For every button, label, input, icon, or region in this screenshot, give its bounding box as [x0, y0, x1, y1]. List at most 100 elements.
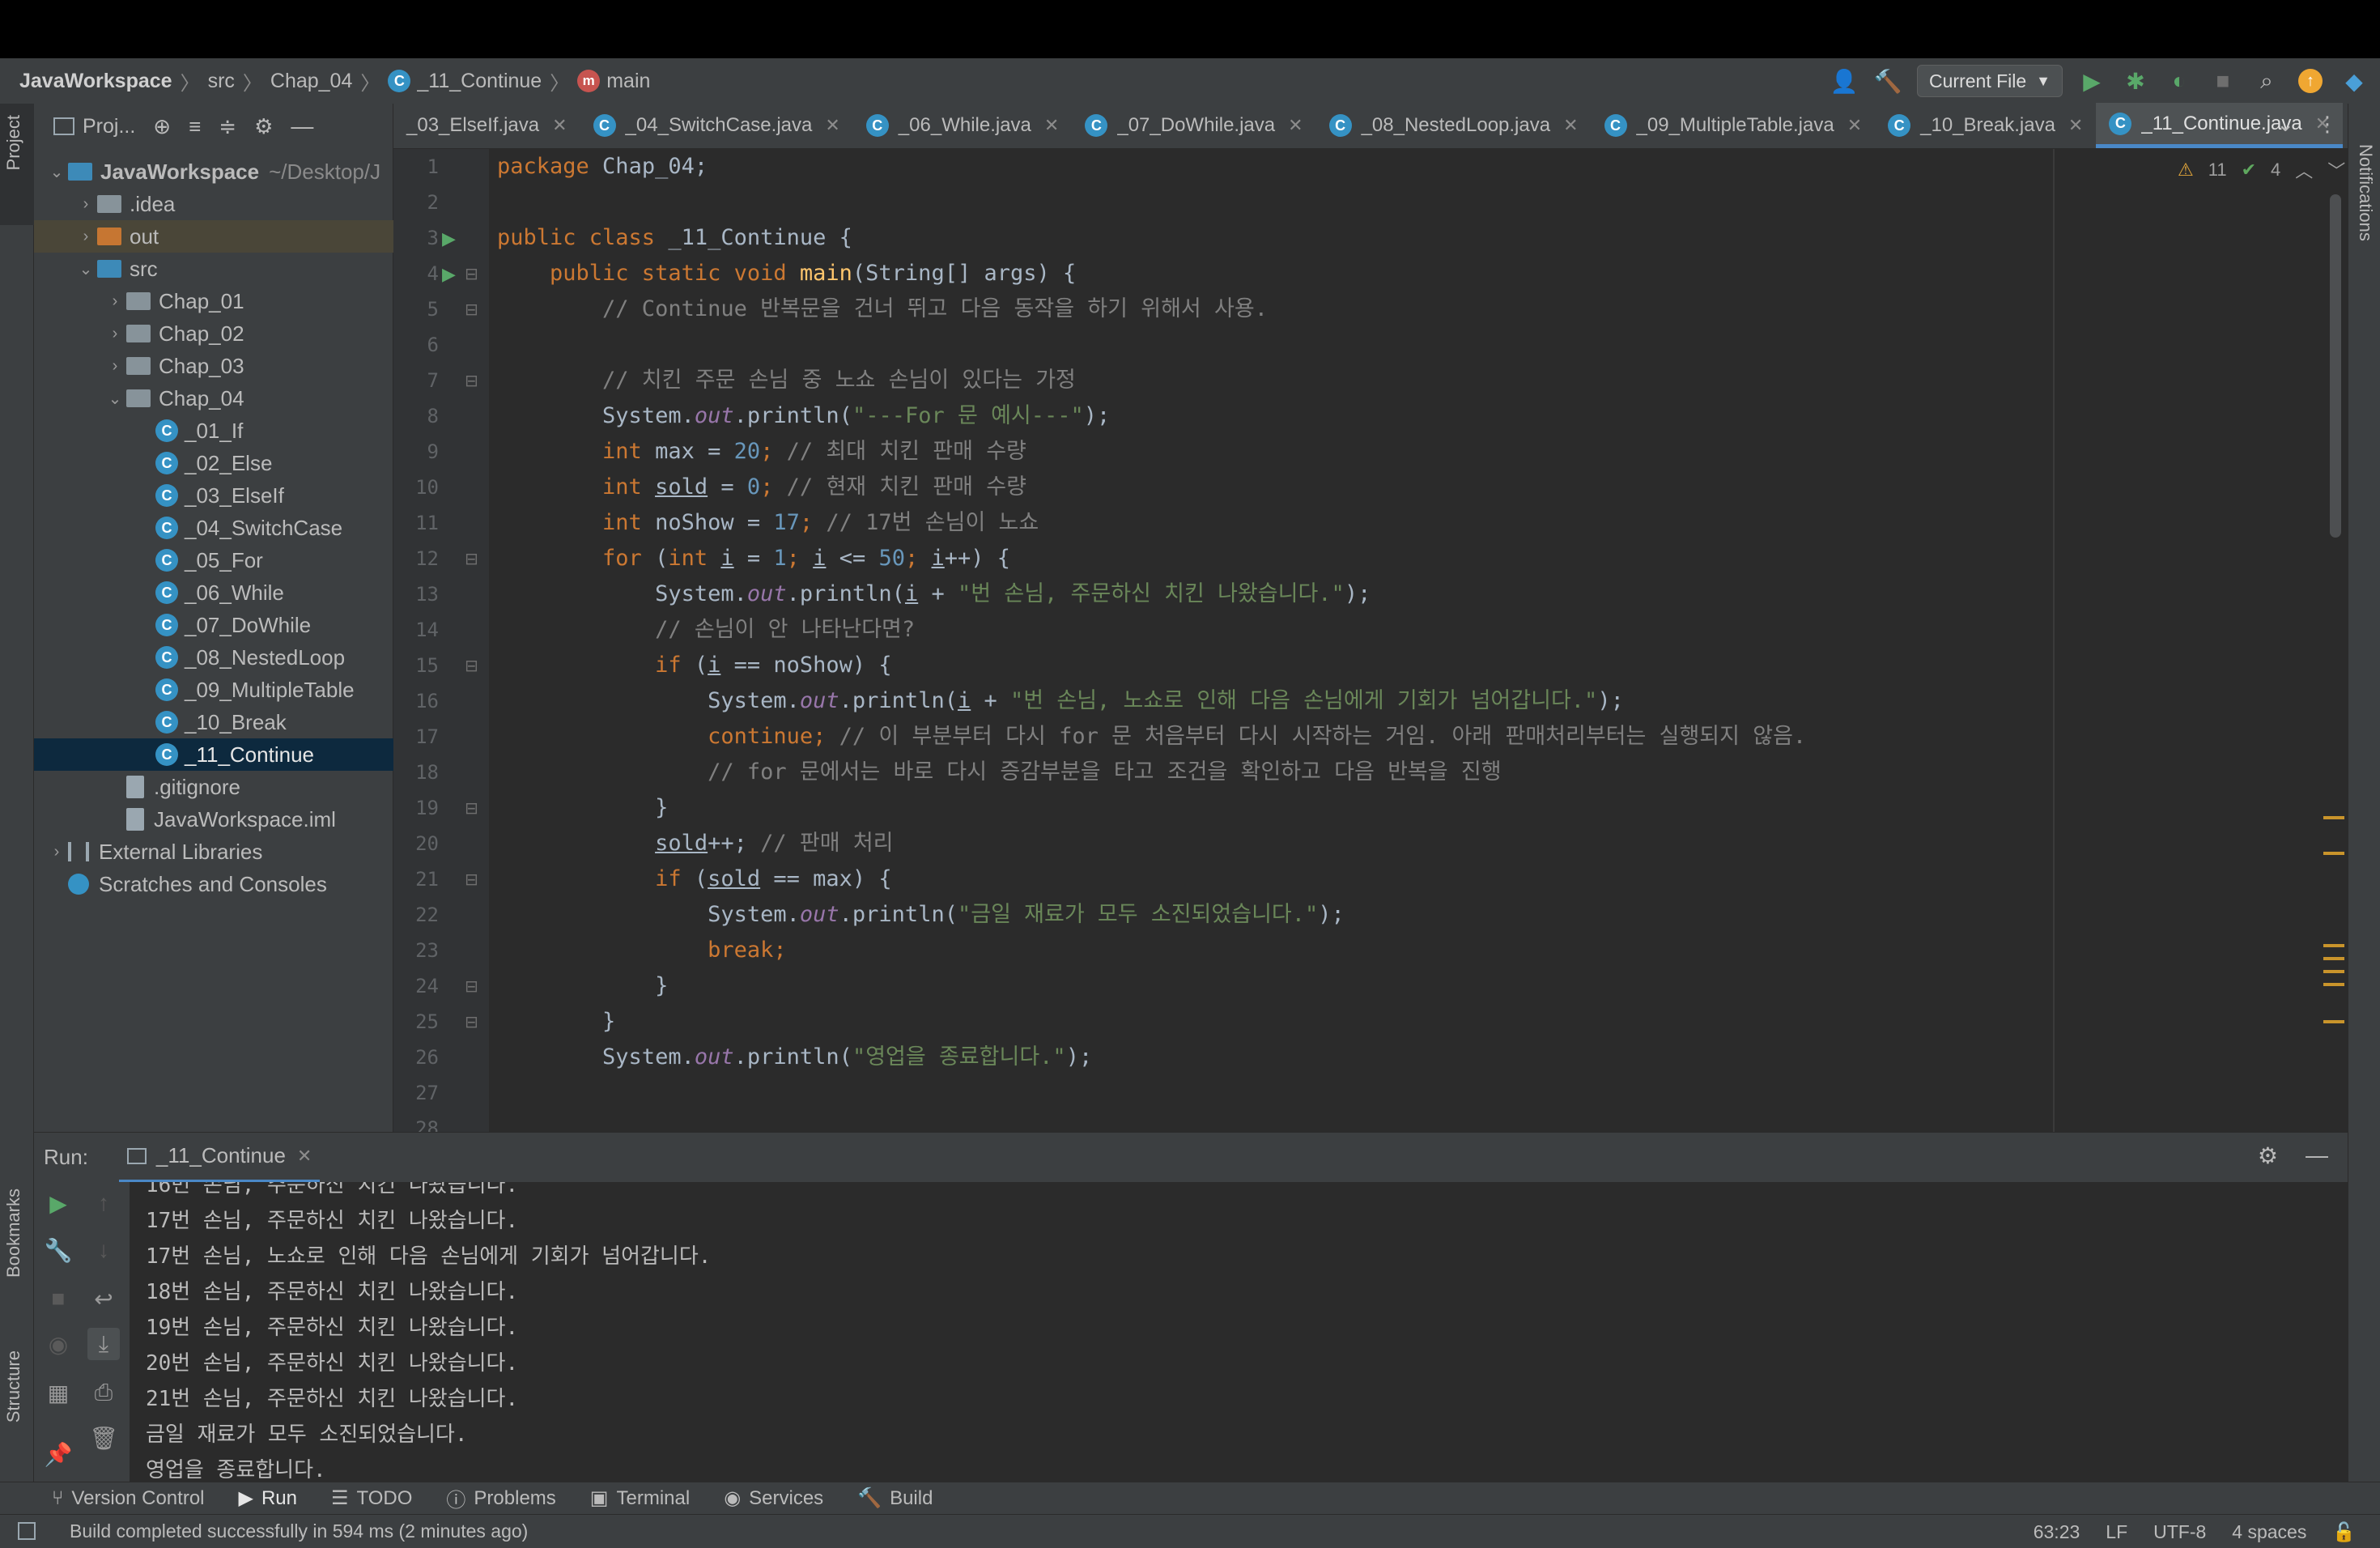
expand-all-icon[interactable]: ≡ — [189, 114, 201, 139]
run-console-output[interactable]: 16번 손님, 주문하신 치킨 나왔습니다. 17번 손님, 주문하신 치킨 나왔… — [130, 1182, 2348, 1482]
tree-item-chap-04[interactable]: ⌄ Chap_04 — [34, 382, 393, 415]
tree-item-out[interactable]: › out — [34, 220, 393, 253]
chevron-down-icon[interactable]: ⌄ — [104, 389, 126, 409]
tree-item-08-nestedloop[interactable]: C _08_NestedLoop — [34, 641, 393, 674]
editor-tab-08-nestedloop[interactable]: C _08_NestedLoop.java ✕ — [1316, 103, 1592, 148]
tree-item-05-for[interactable]: C _05_For — [34, 544, 393, 576]
hide-panel-icon[interactable]: — — [291, 113, 313, 139]
jetbrains-logo-icon[interactable]: ◆ — [2340, 66, 2369, 96]
tree-item-09-multipletable[interactable]: C _09_MultipleTable — [34, 674, 393, 706]
version-control-tab[interactable]: ⑂ Version Control — [52, 1487, 205, 1510]
line-separator[interactable]: LF — [2106, 1521, 2127, 1543]
run-gutter-icon[interactable]: ▶ — [442, 228, 456, 249]
stop-icon[interactable]: ■ — [42, 1282, 74, 1315]
close-icon[interactable]: ✕ — [2068, 115, 2083, 136]
scroll-to-end-icon[interactable]: ⤓ — [87, 1328, 120, 1360]
previous-highlight-icon[interactable]: ︿ — [2295, 157, 2313, 183]
close-icon[interactable]: ✕ — [1563, 115, 1578, 136]
tree-item-scratches-and-consoles[interactable]: Scratches and Consoles — [34, 868, 393, 900]
hide-panel-icon[interactable]: — — [2306, 1142, 2328, 1169]
fold-icon[interactable]: ⊟ — [465, 549, 478, 569]
next-highlight-icon[interactable]: ﹀ — [2327, 157, 2345, 183]
debug-icon[interactable]: ✱ — [2121, 66, 2150, 96]
run-tool-tab[interactable]: ▶ Run — [239, 1486, 298, 1510]
editor-scrollbar-thumb[interactable] — [2330, 194, 2341, 538]
bookmarks-stripe-button[interactable]: Bookmarks — [3, 1189, 24, 1278]
rerun-icon[interactable]: ▶ — [42, 1187, 74, 1219]
warning-marker[interactable] — [2323, 970, 2344, 973]
warning-marker[interactable] — [2323, 1020, 2344, 1023]
tree-item-06-while[interactable]: C _06_While — [34, 576, 393, 609]
print-icon[interactable]: ⎙ — [87, 1376, 120, 1409]
structure-stripe-button[interactable]: Structure — [3, 1350, 24, 1423]
warning-marker[interactable] — [2323, 983, 2344, 986]
search-icon[interactable]: ⌕ — [2252, 66, 2281, 96]
warning-marker[interactable] — [2323, 852, 2344, 855]
collapse-all-icon[interactable]: ≑ — [219, 114, 236, 139]
editor-tab-10-break[interactable]: C _10_Break.java ✕ — [1875, 103, 2096, 148]
breadcrumb-project[interactable]: JavaWorkspace — [19, 70, 172, 93]
fold-icon[interactable]: ⊟ — [465, 300, 478, 320]
editor-tab-04-switchcase[interactable]: C _04_SwitchCase.java ✕ — [580, 103, 853, 148]
soft-wrap-icon[interactable]: ↩ — [87, 1282, 120, 1315]
lock-icon[interactable]: 🔓 — [2332, 1521, 2356, 1543]
fold-icon[interactable]: ⊟ — [465, 264, 478, 284]
tree-item-javaworkspace-iml[interactable]: JavaWorkspace.iml — [34, 803, 393, 836]
close-icon[interactable]: ✕ — [297, 1146, 312, 1167]
breadcrumb-src[interactable]: src — [208, 70, 235, 93]
tree-item-javaworkspace[interactable]: ⌄ JavaWorkspace ~/Desktop/J — [34, 155, 393, 188]
breadcrumb-method[interactable]: m main — [577, 70, 650, 93]
chevron-down-icon[interactable]: ⌄ — [74, 259, 97, 279]
build-hammer-icon[interactable]: 🔨 — [1873, 66, 1902, 96]
warning-marker[interactable] — [2323, 944, 2344, 947]
editor-tab-03-elseif[interactable]: _03_ElseIf.java ✕ — [393, 103, 580, 148]
chevron-right-icon[interactable]: › — [74, 228, 97, 246]
close-icon[interactable]: ✕ — [825, 115, 839, 136]
run-icon[interactable]: ▶ — [2077, 66, 2106, 96]
status-message[interactable]: Build completed successfully in 594 ms (… — [70, 1520, 528, 1542]
close-icon[interactable]: ✕ — [1288, 115, 1303, 136]
tree-item-03-elseif[interactable]: C _03_ElseIf — [34, 479, 393, 512]
pin-icon[interactable]: 📌 — [42, 1438, 74, 1470]
terminal-tab[interactable]: ▣ Terminal — [590, 1486, 690, 1510]
chevron-down-icon[interactable]: ⌄ — [45, 162, 68, 182]
gear-icon[interactable]: ⚙ — [254, 114, 273, 139]
inspection-widget[interactable]: ⚠ 11 ✔ 4 ︿ ﹀ — [2178, 157, 2345, 183]
editor-tab-06-while[interactable]: C _06_While.java ✕ — [853, 103, 1073, 148]
file-encoding[interactable]: UTF-8 — [2153, 1521, 2206, 1543]
indent-setting[interactable]: 4 spaces — [2232, 1521, 2306, 1543]
more-icon[interactable]: ⋮ — [2317, 112, 2338, 137]
project-view-selector[interactable]: Proj... — [53, 115, 135, 138]
fold-icon[interactable]: ⊟ — [465, 656, 478, 676]
wrench-icon[interactable]: 🔧 — [42, 1234, 74, 1266]
tree-item-10-break[interactable]: C _10_Break — [34, 706, 393, 738]
tree-item-chap-03[interactable]: › Chap_03 — [34, 350, 393, 382]
notifications-stripe-button[interactable]: Notifications — [2355, 144, 2376, 241]
layout-icon[interactable]: ▦ — [42, 1376, 74, 1409]
chevron-right-icon[interactable]: › — [74, 195, 97, 214]
todo-tab[interactable]: ☰ TODO — [331, 1486, 412, 1510]
editor-tab-09-multipletable[interactable]: C _09_MultipleTable.java ✕ — [1592, 103, 1876, 148]
trash-icon[interactable]: 🗑 — [87, 1422, 120, 1454]
close-icon[interactable]: ✕ — [552, 115, 567, 136]
chevron-right-icon[interactable]: › — [104, 357, 126, 376]
chevron-down-icon[interactable]: ⌄ — [2276, 112, 2294, 137]
up-arrow-icon[interactable]: ↑ — [87, 1187, 120, 1219]
stop-icon[interactable]: ■ — [2208, 66, 2238, 96]
problems-tab[interactable]: ⓘ Problems — [446, 1484, 555, 1512]
fold-icon[interactable]: ⊟ — [465, 371, 478, 391]
tree-item-11-continue[interactable]: C _11_Continue — [34, 738, 393, 771]
tree-item-07-dowhile[interactable]: C _07_DoWhile — [34, 609, 393, 641]
breadcrumb-package[interactable]: Chap_04 — [270, 70, 352, 93]
build-tab[interactable]: 🔨 Build — [857, 1486, 933, 1510]
tree-item-idea[interactable]: › .idea — [34, 188, 393, 220]
status-panel-icon[interactable] — [18, 1522, 36, 1540]
fold-icon[interactable]: ⊟ — [465, 1012, 478, 1032]
tree-item-src[interactable]: ⌄ src — [34, 253, 393, 285]
tree-item-chap-01[interactable]: › Chap_01 — [34, 285, 393, 317]
chevron-right-icon[interactable]: › — [45, 843, 68, 861]
code-editor[interactable]: package Chap_04; public class _11_Continu… — [489, 149, 2348, 1132]
close-icon[interactable]: ✕ — [1044, 115, 1059, 136]
down-arrow-icon[interactable]: ↓ — [87, 1234, 120, 1266]
services-tab[interactable]: ◉ Services — [724, 1486, 823, 1510]
